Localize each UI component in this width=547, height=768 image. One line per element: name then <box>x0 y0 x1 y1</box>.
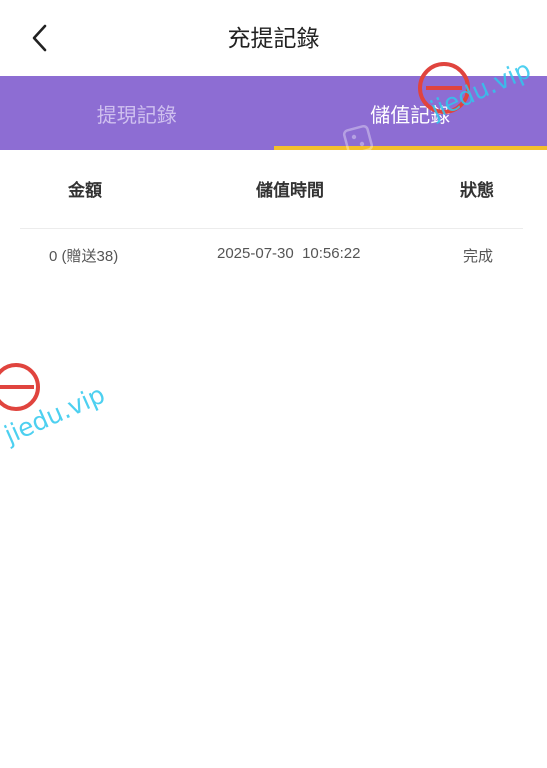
tab-deposit-label: 儲值記錄 <box>370 102 451 127</box>
header-bar: 充提記錄 <box>0 0 547 76</box>
cell-deposit-time: 2025-07-30 10:56:22 <box>217 245 361 262</box>
table-row: 0 (贈送38) 2025-07-30 10:56:22 完成 <box>20 228 523 280</box>
tab-deposit-records[interactable]: 儲值記錄 <box>273 76 547 150</box>
cell-status: 完成 <box>463 248 494 265</box>
column-header-amount: 金額 <box>68 181 102 200</box>
tab-withdrawal-records[interactable]: 提現記錄 <box>0 76 274 150</box>
tab-withdrawal-label: 提現記錄 <box>96 102 177 127</box>
watermark-left: jiedu.vip <box>0 355 120 465</box>
cell-amount: 0 (贈送38) <box>49 248 119 265</box>
no-sign-icon <box>0 363 40 411</box>
column-header-status: 狀態 <box>460 181 494 200</box>
tab-bar: 提現記錄 儲值記錄 <box>0 76 547 150</box>
table-header: 金額 儲值時間 狀態 <box>0 150 547 228</box>
watermark-text-left: jiedu.vip <box>0 379 110 450</box>
page-title: 充提記錄 <box>227 26 320 52</box>
column-header-deposit-time: 儲值時間 <box>256 181 324 200</box>
